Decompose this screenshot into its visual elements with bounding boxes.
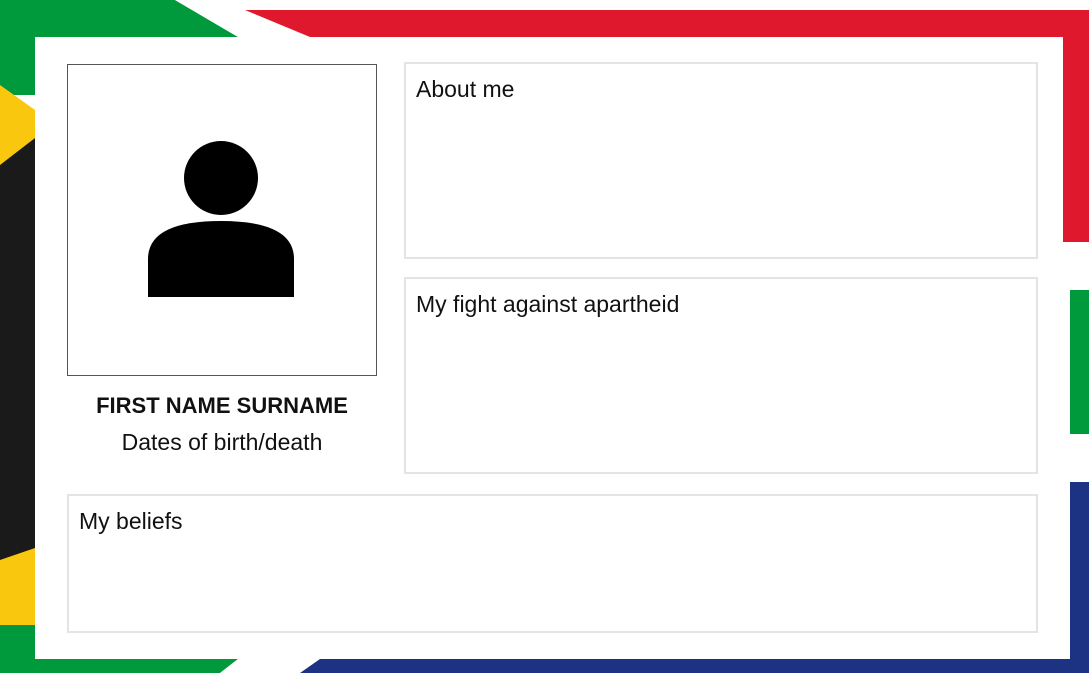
- fight-heading: My fight against apartheid: [416, 291, 680, 317]
- flag-green-bottom: [0, 659, 238, 673]
- flag-blue-bottom: [300, 659, 1089, 673]
- photo-placeholder[interactable]: [67, 64, 377, 376]
- flag-green-right: [1070, 290, 1089, 434]
- flag-blue-right: [1070, 482, 1089, 662]
- flag-black-left: [0, 138, 35, 570]
- fight-against-apartheid-box[interactable]: My fight against apartheid: [404, 277, 1038, 474]
- name-label: FIRST NAME SURNAME: [96, 393, 348, 418]
- dates-label: Dates of birth/death: [121, 429, 323, 455]
- flag-gold-left-bottom: [0, 548, 35, 630]
- about-me-heading: About me: [416, 76, 515, 102]
- my-beliefs-box[interactable]: My beliefs: [67, 494, 1038, 633]
- flag-green-left-top: [0, 0, 35, 95]
- profile-card: FIRST NAME SURNAME Dates of birth/death …: [35, 37, 1063, 659]
- about-me-box[interactable]: About me: [404, 62, 1038, 259]
- flag-red-right: [1063, 37, 1089, 242]
- flag-red-top: [245, 10, 1089, 37]
- person-icon: [148, 141, 294, 297]
- template-page: FIRST NAME SURNAME Dates of birth/death …: [0, 0, 1089, 673]
- beliefs-heading: My beliefs: [79, 508, 183, 534]
